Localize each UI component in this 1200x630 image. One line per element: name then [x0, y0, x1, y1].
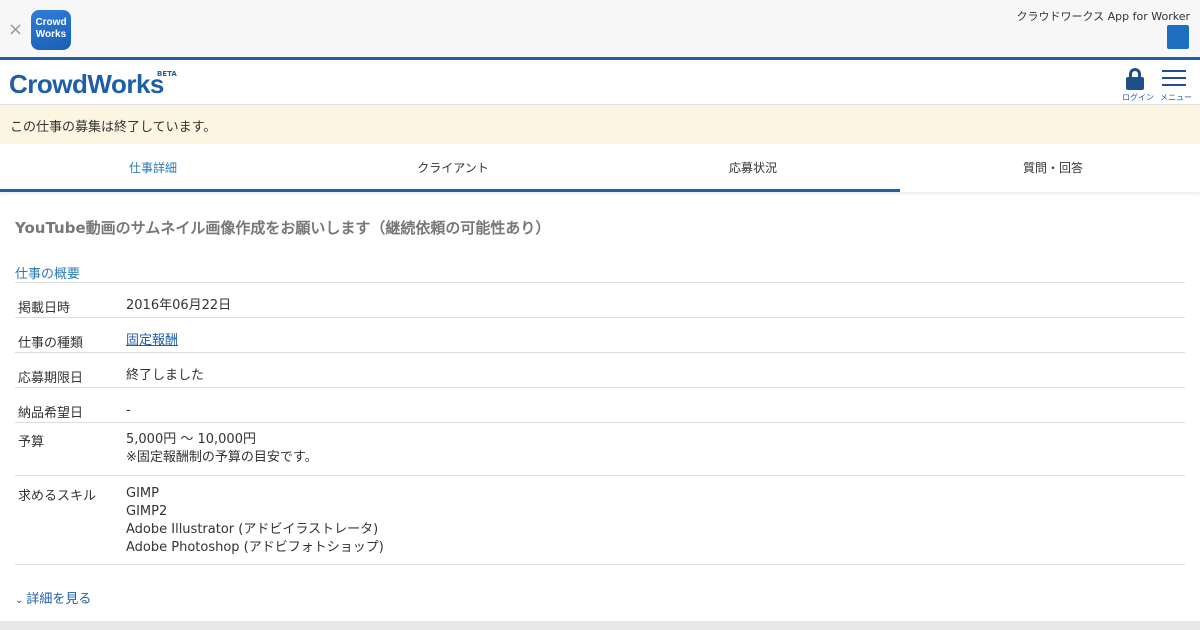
- closed-notice: この仕事の募集は終了しています。: [0, 105, 1200, 144]
- site-header: CrowdWorks BETA ログイン メニュー: [0, 63, 1200, 105]
- table-row: 掲載日時 2016年06月22日: [15, 283, 1185, 318]
- row-label: 求めるスキル: [18, 489, 97, 504]
- table-row: 応募期限日 終了しました: [15, 353, 1185, 388]
- logo[interactable]: CrowdWorks: [9, 69, 164, 100]
- row-value: 5,000円 〜 10,000円 ※固定報酬制の予算の目安です。: [126, 431, 318, 467]
- tab-client[interactable]: クライアント: [303, 144, 603, 192]
- budget-value: 5,000円 〜 10,000円: [126, 432, 256, 447]
- row-label: 納品希望日: [18, 406, 84, 421]
- row-label: 掲載日時: [18, 301, 71, 316]
- app-icon-line2: Works: [35, 29, 67, 40]
- budget-note: ※固定報酬制の予算の目安です。: [126, 450, 318, 465]
- login-button[interactable]: ログイン: [1122, 67, 1154, 103]
- show-details-label: 詳細を見る: [26, 592, 92, 607]
- app-icon-line1: Crowd: [35, 17, 67, 28]
- beta-badge: BETA: [157, 70, 177, 78]
- skill-item: Adobe Illustrator (アドビイラストレータ): [126, 522, 379, 537]
- skill-item: Adobe Photoshop (アドビフォトショップ): [126, 540, 384, 555]
- skill-item: GIMP: [126, 486, 159, 501]
- payment-type-link[interactable]: 固定報酬: [126, 333, 178, 348]
- table-row: 仕事の種類 固定報酬: [15, 318, 1185, 353]
- menu-button[interactable]: メニュー: [1160, 67, 1192, 103]
- row-value: 終了しました: [126, 368, 205, 383]
- row-value: 固定報酬: [126, 332, 178, 350]
- chevron-down-icon: ⌄: [15, 595, 24, 606]
- tab-job-details[interactable]: 仕事詳細: [3, 144, 303, 192]
- table-row: 予算 5,000円 〜 10,000円 ※固定報酬制の予算の目安です。: [15, 423, 1185, 476]
- job-title: YouTube動画のサムネイル画像作成をお願いします（継続依頼の可能性あり）: [15, 219, 551, 237]
- hamburger-menu-icon: [1162, 70, 1186, 86]
- table-row: 求めるスキル GIMP GIMP2 Adobe Illustrator (アドビ…: [15, 476, 1185, 565]
- app-download-banner: × Crowd Works クラウドワークス App for Worker: [0, 0, 1200, 60]
- row-label: 予算: [18, 435, 45, 450]
- row-label: 仕事の種類: [18, 336, 84, 351]
- tab-active-indicator: [0, 189, 900, 192]
- close-icon[interactable]: ×: [8, 19, 23, 41]
- login-label: ログイン: [1122, 93, 1154, 102]
- skills-list: GIMP GIMP2 Adobe Illustrator (アドビイラストレータ…: [126, 485, 384, 557]
- table-row: 納品希望日 -: [15, 388, 1185, 423]
- row-value: -: [126, 403, 131, 418]
- banner-app-name: クラウドワークス App for Worker: [1016, 10, 1190, 23]
- banner-open-button[interactable]: [1167, 25, 1189, 49]
- job-detail-table: 掲載日時 2016年06月22日 仕事の種類 固定報酬 応募期限日 終了しました…: [15, 283, 1185, 565]
- footer-strip: [0, 621, 1200, 630]
- app-icon[interactable]: Crowd Works: [31, 10, 71, 50]
- skill-item: GIMP2: [126, 504, 168, 519]
- notice-text: この仕事の募集は終了しています。: [10, 120, 217, 135]
- tab-applications[interactable]: 応募状況: [603, 144, 903, 192]
- section-title: 仕事の概要: [15, 267, 81, 282]
- tab-bar: 仕事詳細 クライアント 応募状況 質問・回答: [0, 144, 1200, 192]
- menu-label: メニュー: [1160, 93, 1192, 102]
- row-label: 応募期限日: [18, 371, 84, 386]
- show-details-link[interactable]: ⌄ 詳細を見る: [15, 588, 91, 607]
- row-value: 2016年06月22日: [126, 298, 232, 313]
- tab-questions[interactable]: 質問・回答: [903, 144, 1200, 192]
